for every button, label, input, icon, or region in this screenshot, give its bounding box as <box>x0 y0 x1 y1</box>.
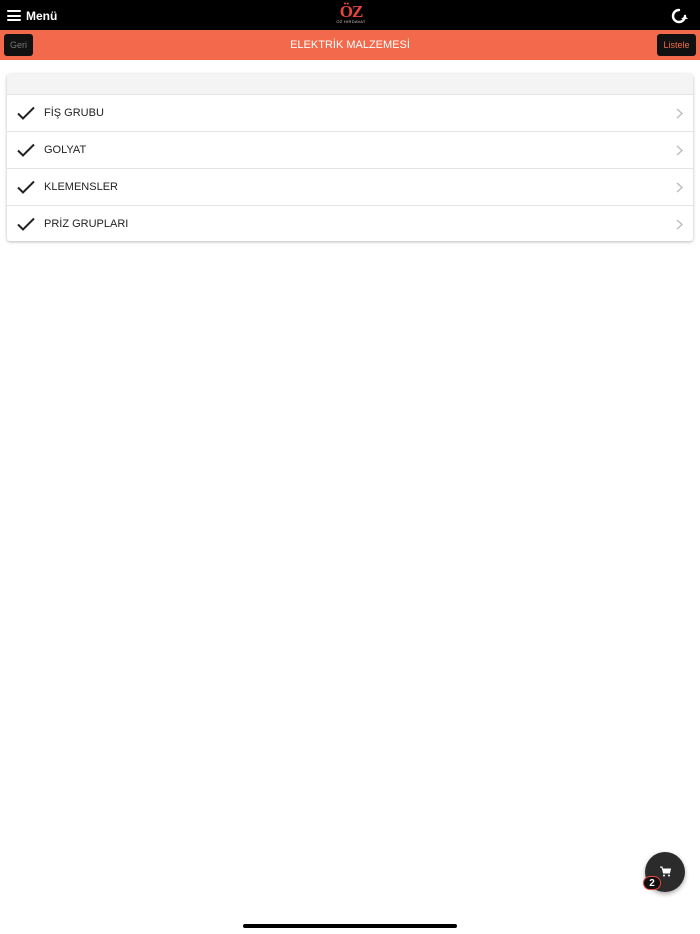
list-item-label: FİŞ GRUBU <box>44 107 104 119</box>
list-item-label: KLEMENSLER <box>44 181 118 193</box>
logo-subtext: ÖZ HIRDAVAT <box>336 19 366 24</box>
hamburger-icon <box>7 10 21 21</box>
cart-count-badge: 2 <box>643 876 661 890</box>
page-title: ELEKTRİK MALZEMESİ <box>290 39 410 51</box>
check-icon <box>17 180 35 194</box>
list-item-label: PRİZ GRUPLARI <box>44 218 129 230</box>
list-item[interactable]: FİŞ GRUBU <box>7 94 693 131</box>
back-button[interactable]: Geri <box>4 34 33 56</box>
nav-bar: Geri ELEKTRİK MALZEMESİ Listele <box>0 30 700 60</box>
menu-button[interactable]: Menü <box>7 7 57 24</box>
refresh-icon[interactable] <box>670 7 688 25</box>
list-button[interactable]: Listele <box>657 34 696 56</box>
home-indicator <box>243 924 457 928</box>
list-item-label: GOLYAT <box>44 144 87 156</box>
cart-icon <box>660 866 671 877</box>
top-bar: Menü ÖZ ÖZ HIRDAVAT <box>0 0 700 30</box>
category-list: FİŞ GRUBU GOLYAT KLEMENSLER PRİZ GRUPLAR… <box>7 74 693 241</box>
check-icon <box>17 217 35 231</box>
app-logo: ÖZ ÖZ HIRDAVAT <box>334 2 368 27</box>
list-item[interactable]: GOLYAT <box>7 131 693 168</box>
menu-label: Menü <box>26 8 58 23</box>
list-header <box>7 74 693 94</box>
list-item[interactable]: KLEMENSLER <box>7 168 693 205</box>
check-icon <box>17 143 35 157</box>
chevron-right-icon <box>676 182 683 193</box>
chevron-right-icon <box>676 108 683 119</box>
list-item[interactable]: PRİZ GRUPLARI <box>7 205 693 241</box>
chevron-right-icon <box>676 145 683 156</box>
logo-mark: ÖZ <box>339 2 364 21</box>
chevron-right-icon <box>676 219 683 230</box>
check-icon <box>17 106 35 120</box>
